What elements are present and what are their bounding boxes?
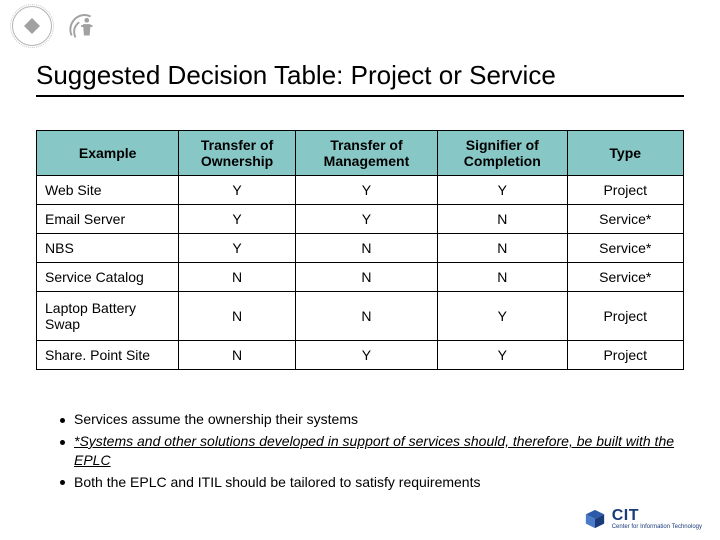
cit-sublabel: Center for Information Technology bbox=[612, 524, 702, 530]
cell-management: Y bbox=[295, 341, 437, 370]
cell-signifier: N bbox=[438, 234, 567, 263]
page-title: Suggested Decision Table: Project or Ser… bbox=[36, 60, 684, 97]
bullet-2-text: *Systems and other solutions developed i… bbox=[74, 433, 674, 468]
cell-management: Y bbox=[295, 176, 437, 205]
cell-type: Project bbox=[567, 341, 684, 370]
cell-ownership: N bbox=[179, 341, 295, 370]
cell-management: N bbox=[295, 292, 437, 341]
cell-type: Service* bbox=[567, 234, 684, 263]
table-row: Service CatalogNNNService* bbox=[37, 263, 684, 292]
cell-example: Web Site bbox=[37, 176, 179, 205]
cell-example: Share. Point Site bbox=[37, 341, 179, 370]
cell-example: NBS bbox=[37, 234, 179, 263]
table-header-row: Example Transfer of Ownership Transfer o… bbox=[37, 131, 684, 176]
cit-logo: CIT Center for Information Technology bbox=[584, 508, 702, 530]
header-logos bbox=[12, 6, 102, 46]
bullet-2: *Systems and other solutions developed i… bbox=[60, 432, 684, 470]
bullet-1-text: Services assume the ownership their syst… bbox=[74, 411, 358, 427]
cell-example: Email Server bbox=[37, 205, 179, 234]
cube-icon bbox=[584, 508, 606, 530]
header-management: Transfer of Management bbox=[295, 131, 437, 176]
cell-management: N bbox=[295, 234, 437, 263]
header-signifier: Signifier of Completion bbox=[438, 131, 567, 176]
header-ownership: Transfer of Ownership bbox=[179, 131, 295, 176]
cell-management: Y bbox=[295, 205, 437, 234]
table-row: Email ServerYYNService* bbox=[37, 205, 684, 234]
decision-table: Example Transfer of Ownership Transfer o… bbox=[36, 130, 684, 370]
cell-signifier: N bbox=[438, 263, 567, 292]
bullet-3: Both the EPLC and ITIL should be tailore… bbox=[60, 473, 684, 492]
table-row: Share. Point SiteNYYProject bbox=[37, 341, 684, 370]
footnote-bullets: Services assume the ownership their syst… bbox=[44, 410, 684, 495]
cell-type: Service* bbox=[567, 263, 684, 292]
table-row: NBSYNNService* bbox=[37, 234, 684, 263]
cell-ownership: Y bbox=[179, 176, 295, 205]
cell-ownership: N bbox=[179, 263, 295, 292]
cell-ownership: N bbox=[179, 292, 295, 341]
cell-signifier: Y bbox=[438, 176, 567, 205]
hhs-logo-icon bbox=[64, 7, 102, 45]
cell-example: Laptop Battery Swap bbox=[37, 292, 179, 341]
cell-type: Project bbox=[567, 292, 684, 341]
header-type: Type bbox=[567, 131, 684, 176]
cell-signifier: Y bbox=[438, 292, 567, 341]
cell-signifier: N bbox=[438, 205, 567, 234]
bullet-1: Services assume the ownership their syst… bbox=[60, 410, 684, 429]
cell-management: N bbox=[295, 263, 437, 292]
cell-example: Service Catalog bbox=[37, 263, 179, 292]
header-example: Example bbox=[37, 131, 179, 176]
table-row: Web SiteYYYProject bbox=[37, 176, 684, 205]
cell-type: Service* bbox=[567, 205, 684, 234]
bullet-3-text: Both the EPLC and ITIL should be tailore… bbox=[74, 474, 481, 490]
cell-type: Project bbox=[567, 176, 684, 205]
cell-signifier: Y bbox=[438, 341, 567, 370]
table-row: Laptop Battery SwapNNYProject bbox=[37, 292, 684, 341]
cit-label: CIT bbox=[612, 508, 702, 524]
cell-ownership: Y bbox=[179, 205, 295, 234]
cell-ownership: Y bbox=[179, 234, 295, 263]
diamond-logo-icon bbox=[12, 6, 52, 46]
